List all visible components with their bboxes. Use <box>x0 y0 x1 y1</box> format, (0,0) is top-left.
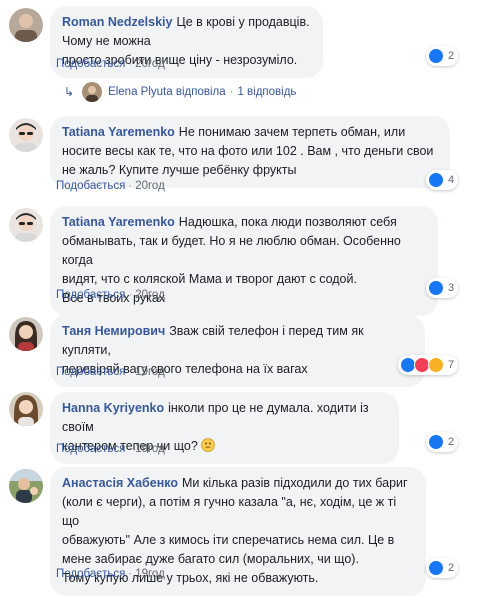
comment-author[interactable]: Hanna Kyriyenko <box>62 401 164 415</box>
like-reaction-icon <box>428 434 444 450</box>
like-link[interactable]: Подобається <box>56 58 125 70</box>
like-reaction-icon <box>428 48 444 64</box>
like-link[interactable]: Подобається <box>56 568 125 580</box>
comment-author[interactable]: Roman Nedzelskiy <box>62 15 172 29</box>
reaction-count: 3 <box>448 282 455 294</box>
avatar[interactable] <box>9 317 43 351</box>
comment-text-line: Ми кілька разів підходили до тих бариг <box>182 476 408 490</box>
reaction-count: 2 <box>448 562 455 574</box>
like-link[interactable]: Подобається <box>56 180 125 192</box>
reply-count: 1 відповідь <box>237 86 297 98</box>
reaction-summary[interactable]: 3 <box>426 278 459 298</box>
comment-text-line: Не понимаю зачем терпеть обман, или <box>178 125 406 139</box>
comment-text-line: носите весы как те, что на фото или 102 … <box>62 144 434 158</box>
comment-text-line: видят, что с коляской Мама и творог дают… <box>62 272 357 286</box>
reaction-summary[interactable]: 4 <box>426 170 459 190</box>
comment-text-line: мене забирає дуже багато сил (моральних,… <box>62 552 359 566</box>
timestamp[interactable]: 20год <box>135 58 165 70</box>
comment-text-line: обважують" Але з кимось іти сперечатись … <box>62 533 395 547</box>
comment-actions: Подобається · 19год <box>56 366 165 378</box>
timestamp[interactable]: 20год <box>135 289 165 301</box>
comment-actions: Подобається · 20год <box>56 289 165 301</box>
reaction-summary[interactable]: 2 <box>426 432 459 452</box>
reaction-summary[interactable]: 7 <box>398 355 459 375</box>
like-link[interactable]: Подобається <box>56 289 125 301</box>
thinking-emoji-icon <box>201 438 216 452</box>
avatar[interactable] <box>9 8 43 42</box>
reaction-count: 2 <box>448 50 455 62</box>
avatar[interactable] <box>9 208 43 242</box>
avatar[interactable] <box>9 118 43 152</box>
reply-arrow-icon: ↳ <box>64 85 75 99</box>
comment-text-line: обманывать, так и будет. Но я не люблю о… <box>62 234 401 267</box>
replies-link[interactable]: ↳ Elena Plyuta відповіла · 1 відповідь <box>64 82 296 102</box>
comment-author[interactable]: Анастасія Хабенко <box>62 476 178 490</box>
reaction-summary[interactable]: 2 <box>426 558 459 578</box>
comment-author[interactable]: Tatiana Yaremenko <box>62 215 175 229</box>
avatar[interactable] <box>9 392 43 426</box>
reply-action: відповіла <box>175 86 226 98</box>
comment-actions: Подобається · 19год <box>56 568 165 580</box>
reaction-count: 4 <box>448 174 455 186</box>
comment-text-line: не жаль? Купите лучше ребёнку фрукты <box>62 163 297 177</box>
wow-reaction-icon <box>428 357 444 373</box>
timestamp[interactable]: 19год <box>135 366 165 378</box>
like-link[interactable]: Подобається <box>56 366 125 378</box>
comment-actions: Подобається · 19год <box>56 443 165 455</box>
comment-author[interactable]: Tatiana Yaremenko <box>62 125 175 139</box>
comment-actions: Подобається · 20год <box>56 180 165 192</box>
reply-author: Elena Plyuta <box>108 86 173 98</box>
reaction-summary[interactable]: 2 <box>426 46 459 66</box>
comment-text-line: Надюшка, пока люди позволяют себя <box>178 215 397 229</box>
avatar[interactable] <box>9 469 43 503</box>
like-link[interactable]: Подобається <box>56 443 125 455</box>
timestamp[interactable]: 19год <box>135 568 165 580</box>
reaction-count: 2 <box>448 436 455 448</box>
comment-actions: Подобається · 20год <box>56 58 165 70</box>
timestamp[interactable]: 19год <box>135 443 165 455</box>
reply-avatar <box>82 82 103 102</box>
reaction-count: 7 <box>448 359 455 371</box>
like-reaction-icon <box>428 280 444 296</box>
like-reaction-icon <box>428 560 444 576</box>
comment-bubble: Tatiana Yaremenko Не понимаю зачем терпет… <box>50 116 450 188</box>
like-reaction-icon <box>428 172 444 188</box>
comment-author[interactable]: Таня Немирович <box>62 324 165 338</box>
timestamp[interactable]: 20год <box>135 180 165 192</box>
comment-text-line: (коли є черги), а потім я гучно казала "… <box>62 495 397 528</box>
